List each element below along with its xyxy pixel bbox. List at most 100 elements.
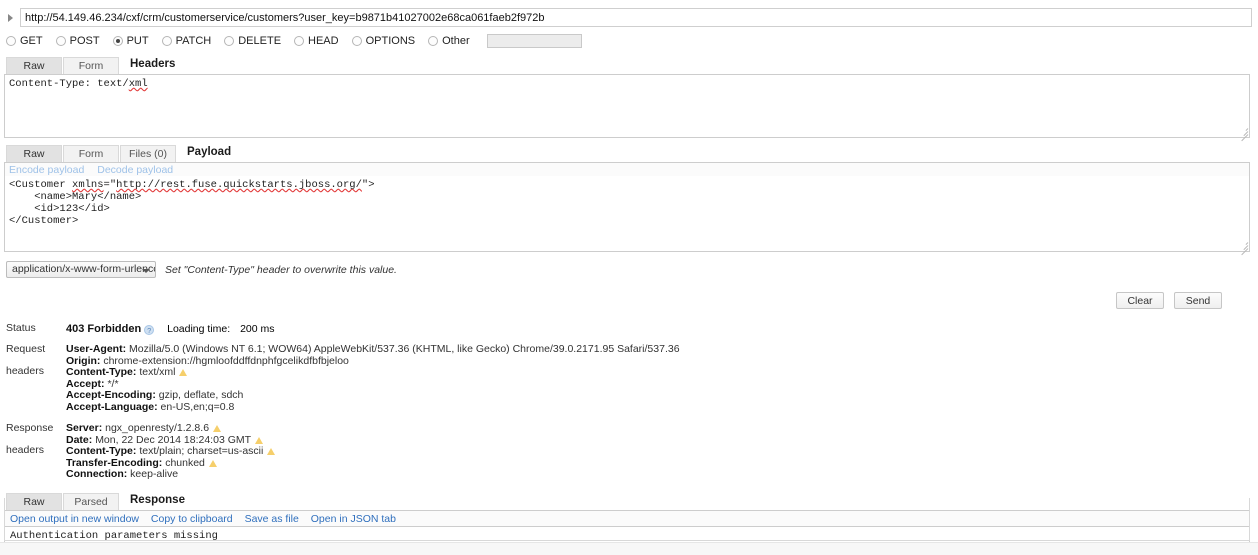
radio-dot-icon [112, 36, 123, 46]
status-badge: 403 Forbidden [66, 323, 142, 335]
header-key: Content-Type: [66, 445, 137, 457]
clear-button[interactable]: Clear [1116, 292, 1164, 309]
header-value: text/xml [139, 366, 176, 378]
warning-icon [255, 436, 264, 444]
custom-method-input[interactable] [486, 34, 582, 48]
content-type-selected-value: application/x-www-form-urlencoded [12, 263, 155, 275]
chevron-down-icon [142, 269, 150, 273]
request-headers-label-line2: headers [6, 365, 44, 377]
method-label: PUT [126, 35, 149, 47]
content-type-row: application/x-www-form-urlencoded Set "C… [6, 261, 1258, 278]
decode-payload-link[interactable]: Decode payload [97, 164, 173, 176]
response-headers-label-line1: Response [6, 422, 54, 434]
method-radio-options[interactable]: OPTIONS [351, 35, 416, 47]
request-headers-label-line1: Request [6, 343, 46, 355]
tab-headers-raw[interactable]: Raw [6, 57, 62, 74]
method-radio-post[interactable]: POST [55, 35, 100, 47]
header-value: Mon, 22 Dec 2014 18:24:03 GMT [95, 433, 252, 446]
radio-dot-icon [161, 36, 172, 46]
request-headers-row: Request headers User-Agent: Mozilla/5.0 … [6, 343, 1258, 414]
response-headers-row: Response headers Server: ngx_openresty/1… [6, 422, 1258, 481]
response-header-item: Transfer-Encoding: chunked [66, 456, 1258, 470]
header-key: Origin: [66, 354, 101, 367]
method-label: GET [20, 35, 43, 47]
payload-line-4: </Customer> [9, 215, 79, 227]
send-button[interactable]: Send [1174, 292, 1222, 309]
rest-client-page: GET POST PUT PATCH DELETE HEAD OPTIONS [0, 0, 1258, 555]
method-label: DELETE [238, 35, 282, 47]
method-radio-get[interactable]: GET [6, 35, 43, 47]
status-body: 403 Forbidden? Loading time: 200 ms [66, 323, 1258, 335]
payload-line-2: <name>Mary</name> [9, 191, 142, 203]
header-key: Transfer-Encoding: [66, 456, 163, 469]
header-value: Mozilla/5.0 (Windows NT 6.1; WOW64) Appl… [129, 343, 680, 355]
result-info: Status 403 Forbidden? Loading time: 200 … [6, 323, 1258, 481]
tab-payload-form[interactable]: Form [63, 145, 119, 162]
status-label: Status [6, 322, 36, 334]
method-label: HEAD [308, 35, 339, 47]
tab-payload-files[interactable]: Files (0) [120, 145, 176, 162]
payload-section-title: Payload [187, 146, 232, 158]
radio-dot-icon [428, 36, 439, 46]
payload-editor-wrap: <Customer xmlns="http://rest.fuse.quicks… [4, 176, 1250, 256]
payload-textarea[interactable]: <Customer xmlns="http://rest.fuse.quicks… [4, 176, 1250, 252]
method-label: OPTIONS [365, 35, 416, 47]
encode-payload-link[interactable]: Encode payload [9, 164, 84, 176]
tab-payload-raw[interactable]: Raw [6, 145, 62, 162]
url-bar [0, 0, 1258, 31]
content-type-note: Set "Content-Type" header to overwrite t… [165, 263, 397, 276]
method-radio-delete[interactable]: DELETE [224, 35, 281, 47]
headers-text: Content-Type: text/ [9, 78, 129, 90]
content-type-select[interactable]: application/x-www-form-urlencoded [6, 261, 156, 278]
method-label: PATCH [175, 35, 212, 47]
method-radio-head[interactable]: HEAD [294, 35, 339, 47]
request-header-item: Accept-Language: en-US,en;q=0.8 [66, 400, 1258, 414]
header-key: Server: [66, 422, 103, 434]
header-value: en-US,en;q=0.8 [160, 400, 235, 413]
loading-time-value: 200 ms [240, 323, 275, 335]
header-key: Content-Type: [66, 366, 137, 378]
request-headers-label: Request headers [6, 344, 66, 413]
action-button-row: Clear Send [0, 278, 1258, 309]
request-header-item: Origin: chrome-extension://hgmloofddffdn… [66, 354, 1258, 368]
request-header-item: Content-Type: text/xml [66, 366, 1258, 379]
header-value: gzip, deflate, sdch [158, 389, 244, 401]
help-icon[interactable]: ? [144, 325, 155, 335]
header-key: Accept: [66, 377, 105, 390]
header-key: Accept-Encoding: [66, 389, 156, 401]
warning-icon [179, 369, 188, 376]
radio-dot-icon [6, 36, 16, 46]
tab-headers-form[interactable]: Form [63, 57, 119, 74]
payload-line-1-sq2: http://rest.fuse.quickstarts.jboss.org/ [116, 179, 362, 191]
page-bottom-strip [0, 542, 1258, 555]
header-value: text/plain; charset=us-ascii [139, 445, 264, 457]
request-header-item: Accept-Encoding: gzip, deflate, sdch [66, 389, 1258, 402]
payload-line-1-pre: <Customer [9, 179, 73, 191]
url-input[interactable] [20, 8, 1252, 27]
method-radio-patch[interactable]: PATCH [161, 35, 212, 47]
response-headers-label-line2: headers [6, 444, 44, 456]
expand-arrow-icon[interactable] [4, 11, 18, 25]
response-headers-label: Response headers [6, 423, 66, 481]
radio-dot-icon [351, 36, 362, 46]
request-headers-list: User-Agent: Mozilla/5.0 (Windows NT 6.1;… [66, 343, 1258, 414]
response-header-item: Connection: keep-alive [66, 468, 1258, 481]
status-row: Status 403 Forbidden? Loading time: 200 … [6, 323, 1258, 335]
http-method-radio-group: GET POST PUT PATCH DELETE HEAD OPTIONS O… [0, 31, 1258, 54]
method-radio-put[interactable]: PUT [112, 35, 149, 47]
warning-icon [208, 459, 217, 467]
headers-text-misspelled: xml [128, 78, 148, 90]
payload-line-1-mid: =" [103, 179, 117, 191]
payload-line-3: <id>123</id> [9, 203, 110, 215]
header-key: Date: [66, 433, 93, 446]
payload-line-1-sq1: xmlns [72, 179, 104, 191]
headers-textarea[interactable]: Content-Type: text/xml [4, 74, 1250, 138]
response-header-item: Content-Type: text/plain; charset=us-asc… [66, 445, 1258, 458]
header-value: */* [107, 377, 119, 390]
method-radio-other[interactable]: Other [428, 35, 470, 47]
response-headers-list: Server: ngx_openresty/1.2.8.6 Date: Mon,… [66, 422, 1258, 481]
header-key: User-Agent: [66, 343, 127, 355]
warning-icon [267, 448, 276, 455]
warning-icon [213, 425, 222, 432]
radio-dot-icon [294, 36, 305, 46]
